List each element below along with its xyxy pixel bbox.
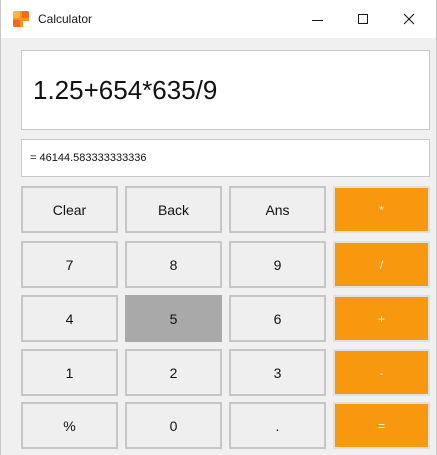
divide-button[interactable]: /: [333, 241, 430, 288]
clear-button[interactable]: Clear: [21, 186, 118, 233]
maximize-icon: [358, 14, 368, 24]
minimize-icon: [311, 19, 323, 21]
digit-6-button[interactable]: 6: [229, 295, 326, 342]
result-display: = 46144.583333333336: [21, 139, 430, 177]
digit-8-button[interactable]: 8: [125, 241, 222, 288]
close-icon: [403, 13, 415, 25]
title-bar[interactable]: Calculator: [1, 0, 436, 38]
decimal-point-button[interactable]: .: [229, 402, 326, 449]
equals-button[interactable]: =: [333, 402, 430, 449]
window-title: Calculator: [38, 12, 93, 26]
expression-text: 1.25+654*635/9: [33, 74, 218, 105]
digit-0-button[interactable]: 0: [125, 402, 222, 449]
back-button[interactable]: Back: [125, 186, 222, 233]
maximize-button[interactable]: [340, 0, 386, 38]
digit-9-button[interactable]: 9: [229, 241, 326, 288]
minimize-button[interactable]: [294, 0, 340, 38]
digit-5-button[interactable]: 5: [125, 295, 222, 342]
digit-1-button[interactable]: 1: [21, 349, 118, 396]
percent-button[interactable]: %: [21, 402, 118, 449]
digit-7-button[interactable]: 7: [21, 241, 118, 288]
digit-4-button[interactable]: 4: [21, 295, 118, 342]
minus-button[interactable]: -: [333, 349, 430, 396]
plus-button[interactable]: +: [333, 295, 430, 342]
ans-button[interactable]: Ans: [229, 186, 326, 233]
expression-display[interactable]: 1.25+654*635/9: [21, 50, 430, 130]
digit-3-button[interactable]: 3: [229, 349, 326, 396]
close-button[interactable]: [386, 0, 432, 38]
calculator-window: Calculator 1.25+654*635/9 = 46144.583333…: [0, 0, 437, 455]
multiply-button[interactable]: *: [333, 186, 430, 233]
digit-2-button[interactable]: 2: [125, 349, 222, 396]
calculator-app-icon: [13, 11, 29, 27]
result-text: = 46144.583333333336: [30, 152, 147, 164]
